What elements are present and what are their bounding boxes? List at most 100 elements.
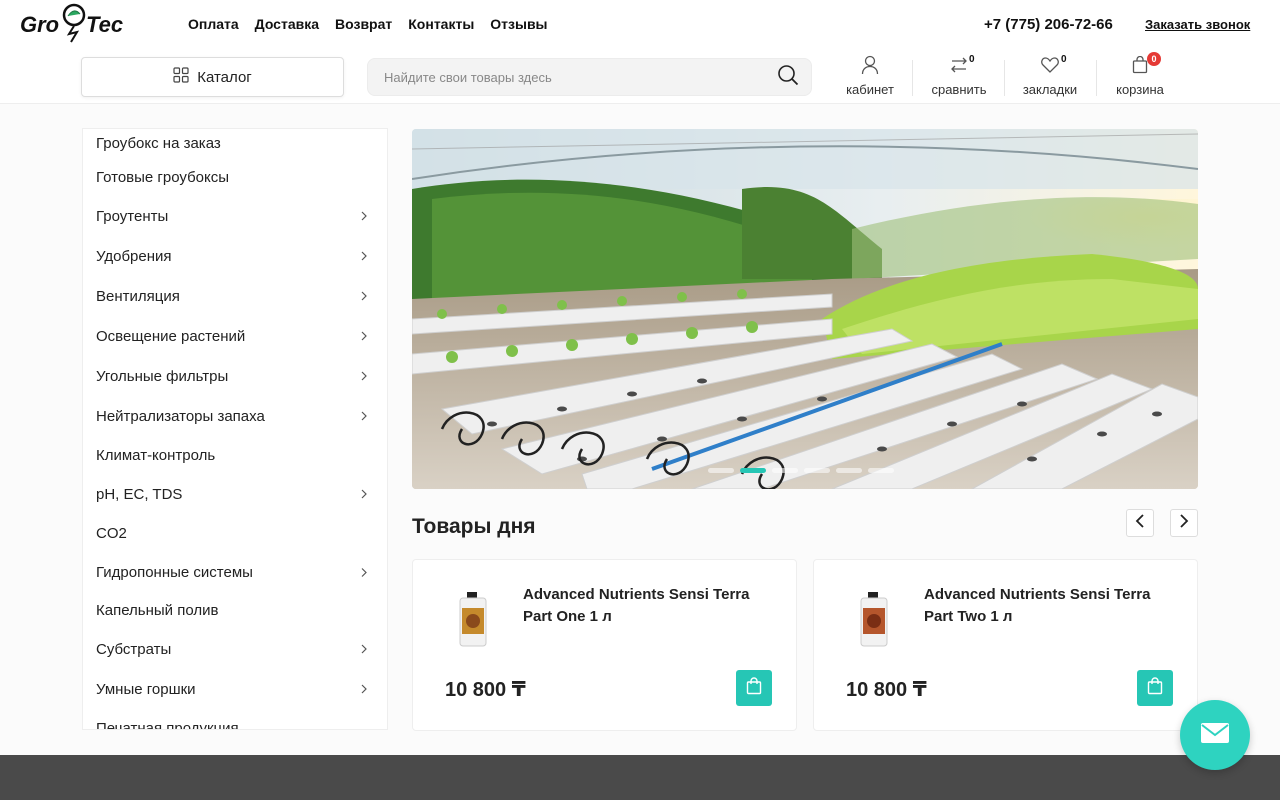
cart-icon xyxy=(1132,55,1148,79)
sidebar-item-label: CO2 xyxy=(96,525,127,542)
product-card[interactable]: Advanced Nutrients Sensi Terra Part Two … xyxy=(813,559,1198,731)
sidebar-item[interactable]: Климат-контроль xyxy=(83,437,387,475)
sidebar-item-label: Угольные фильтры xyxy=(96,368,229,385)
grid-icon xyxy=(173,67,189,87)
heart-icon xyxy=(1041,56,1059,78)
prev-button[interactable] xyxy=(1126,509,1154,537)
bookmarks-button[interactable]: 0 закладки xyxy=(1010,54,1090,100)
product-image[interactable] xyxy=(453,590,493,650)
sidebar-item[interactable]: Гидропонные системы xyxy=(83,553,387,592)
chevron-right-icon xyxy=(361,397,367,437)
sidebar-item[interactable]: Субстраты xyxy=(83,630,387,670)
product-name[interactable]: Advanced Nutrients Sensi Terra Part One … xyxy=(523,584,773,628)
category-list: Гроубокс на заказ Готовые гроубоксы Гроуте… xyxy=(83,129,387,729)
user-icon xyxy=(861,55,879,80)
chevron-right-icon xyxy=(361,670,367,710)
sidebar-item-label: Нейтрализаторы запаха xyxy=(96,408,265,425)
slider-dots xyxy=(708,468,894,473)
site-header: Gro Tec Оплата Доставка Возврат Контакты… xyxy=(0,0,1280,104)
cart-button[interactable]: 0 корзина xyxy=(1100,52,1180,100)
next-button[interactable] xyxy=(1170,509,1198,537)
product-price: 10 800 ₸ xyxy=(846,679,927,701)
sidebar-item-label: Умные горшки xyxy=(96,681,196,698)
chevron-right-icon xyxy=(361,475,367,515)
sidebar-item-label: Освещение растений xyxy=(96,328,246,345)
callback-link[interactable]: Заказать звонок xyxy=(1145,17,1250,32)
greenhouse-image xyxy=(412,129,1198,489)
sidebar-item[interactable]: Капельный полив xyxy=(83,592,387,630)
slider-dot[interactable] xyxy=(772,468,798,473)
slider-dot[interactable] xyxy=(740,468,766,473)
sidebar-item[interactable]: Умные горшки xyxy=(83,670,387,710)
bookmarks-count: 0 xyxy=(1061,54,1067,65)
chevron-right-icon xyxy=(361,197,367,237)
chevron-left-icon xyxy=(1135,513,1145,533)
compare-label: сравнить xyxy=(931,82,987,97)
hero-banner[interactable] xyxy=(412,129,1198,489)
divider xyxy=(912,60,913,96)
sidebar-item[interactable]: Гроубокс на заказ xyxy=(83,129,387,159)
top-nav: Оплата Доставка Возврат Контакты Отзывы xyxy=(188,16,548,32)
sidebar-item-label: Гроутенты xyxy=(96,208,169,225)
site-footer xyxy=(0,755,1280,800)
nav-payment[interactable]: Оплата xyxy=(188,16,239,32)
nav-reviews[interactable]: Отзывы xyxy=(490,16,547,32)
nav-delivery[interactable]: Доставка xyxy=(255,16,319,32)
logo-graphic: Gro Tec xyxy=(20,3,123,43)
search-input[interactable] xyxy=(384,69,777,85)
sidebar-item[interactable]: Гроутенты xyxy=(83,197,387,237)
sidebar-item[interactable]: Нейтрализаторы запаха xyxy=(83,397,387,437)
slider-dot[interactable] xyxy=(868,468,894,473)
sidebar-item[interactable]: pH, EC, TDS xyxy=(83,475,387,515)
sidebar-item[interactable]: Удобрения xyxy=(83,237,387,277)
sidebar-item-label: Гроубокс на заказ xyxy=(96,135,221,152)
compare-button[interactable]: 0 сравнить xyxy=(919,54,999,100)
cabinet-button[interactable]: кабинет xyxy=(830,55,910,100)
bag-icon xyxy=(746,676,762,700)
sidebar-item-label: Готовые гроубоксы xyxy=(96,169,230,186)
product-name[interactable]: Advanced Nutrients Sensi Terra Part Two … xyxy=(924,584,1174,628)
sidebar-item[interactable]: Печатная продукция xyxy=(83,710,387,729)
logo-text-right: Tec xyxy=(86,12,123,37)
add-to-cart-button[interactable] xyxy=(1137,670,1173,706)
product-image[interactable] xyxy=(854,590,894,650)
phone-number[interactable]: +7 (775) 206-72-66 xyxy=(984,16,1113,33)
logo[interactable]: Gro Tec xyxy=(18,0,128,50)
chevron-right-icon xyxy=(361,317,367,357)
cart-count-badge: 0 xyxy=(1147,52,1161,66)
section-title: Товары дня xyxy=(412,515,536,538)
search-bar xyxy=(367,58,812,96)
search-icon[interactable] xyxy=(777,64,799,91)
chevron-right-icon xyxy=(361,277,367,317)
slider-dot[interactable] xyxy=(708,468,734,473)
sidebar-item[interactable]: CO2 xyxy=(83,515,387,553)
divider xyxy=(1004,60,1005,96)
add-to-cart-button[interactable] xyxy=(736,670,772,706)
sidebar-item[interactable]: Готовые гроубоксы xyxy=(83,159,387,197)
cart-label: корзина xyxy=(1116,82,1164,97)
sidebar-item-label: Климат-контроль xyxy=(96,447,216,464)
chevron-right-icon xyxy=(361,237,367,277)
logo-text-left: Gro xyxy=(20,12,59,37)
bag-icon xyxy=(1147,676,1163,700)
sidebar-item-label: Субстраты xyxy=(96,641,172,658)
contact-button[interactable] xyxy=(1180,700,1250,770)
product-card[interactable]: Advanced Nutrients Sensi Terra Part One … xyxy=(412,559,797,731)
chevron-right-icon xyxy=(361,553,367,592)
sidebar-item[interactable]: Угольные фильтры xyxy=(83,357,387,397)
slider-dot[interactable] xyxy=(804,468,830,473)
sidebar-item-label: Вентиляция xyxy=(96,288,180,305)
sidebar-item-label: pH, EC, TDS xyxy=(96,486,183,503)
slider-dot[interactable] xyxy=(836,468,862,473)
divider xyxy=(1096,60,1097,96)
sidebar-item[interactable]: Освещение растений xyxy=(83,317,387,357)
compare-count: 0 xyxy=(969,54,975,65)
nav-return[interactable]: Возврат xyxy=(335,16,392,32)
category-sidebar: Гроубокс на заказ Готовые гроубоксы Гроуте… xyxy=(82,128,388,730)
catalog-button[interactable]: Каталог xyxy=(81,57,344,97)
bookmarks-label: закладки xyxy=(1022,82,1078,97)
chevron-right-icon xyxy=(1179,513,1189,533)
sidebar-item[interactable]: Вентиляция xyxy=(83,277,387,317)
nav-contacts[interactable]: Контакты xyxy=(408,16,474,32)
chevron-right-icon xyxy=(361,357,367,397)
